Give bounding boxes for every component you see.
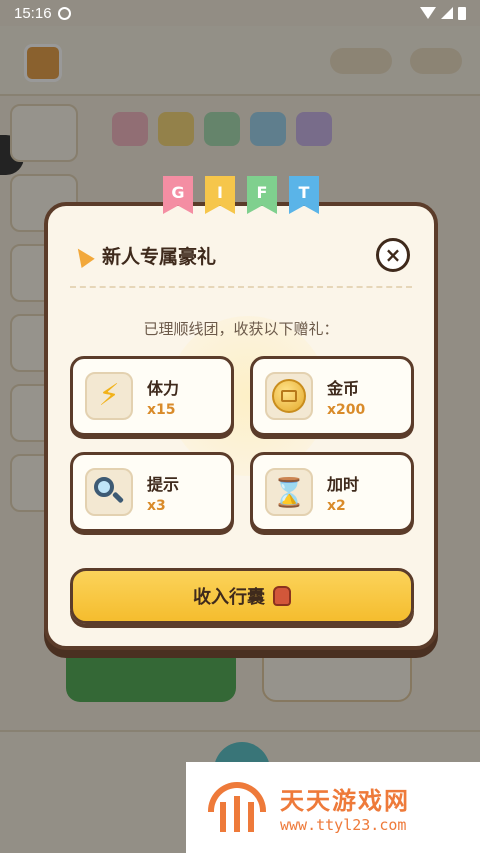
gift-bunting: G I F T bbox=[163, 176, 319, 214]
watermark-url: www.ttyl23.com bbox=[280, 816, 407, 834]
lightning-icon: ⚡ bbox=[85, 372, 133, 420]
notification-icon bbox=[57, 6, 71, 20]
reward-card-extra-time: ⌛ 加时 x2 bbox=[250, 452, 414, 532]
divider bbox=[70, 286, 412, 288]
reward-name: 体力 bbox=[147, 378, 180, 398]
gift-flag: T bbox=[289, 176, 319, 214]
status-icons bbox=[420, 6, 466, 20]
close-button[interactable]: × bbox=[376, 238, 410, 272]
collect-button-label: 收入行囊 bbox=[193, 587, 265, 608]
gift-flag: G bbox=[163, 176, 193, 214]
reward-card-hint: 提示 x3 bbox=[70, 452, 234, 532]
modal-subtitle: 已理顺线团，收获以下赠礼： bbox=[143, 320, 339, 338]
reward-name: 加时 bbox=[327, 474, 360, 494]
reward-quantity: x15 bbox=[147, 401, 176, 418]
watermark: 天天游戏网 www.ttyl23.com bbox=[186, 762, 480, 853]
modal-header: 新人专属豪礼 bbox=[70, 242, 216, 269]
status-time: 15:16 bbox=[14, 4, 52, 22]
backpack-icon bbox=[273, 586, 291, 606]
watermark-logo-icon bbox=[208, 781, 266, 834]
watermark-title: 天天游戏网 bbox=[280, 787, 410, 815]
wifi-icon bbox=[420, 7, 436, 19]
status-bar: 15:16 bbox=[0, 0, 480, 26]
reward-card-coins: 金币 x200 bbox=[250, 356, 414, 436]
reward-grid: ⚡ 体力 x15 金币 x200 提示 x3 ⌛ 加时 x2 bbox=[70, 356, 414, 532]
newbie-gift-modal: 新人专属豪礼 × 已理顺线团，收获以下赠礼： ⚡ 体力 x15 金币 x200 … bbox=[44, 202, 438, 650]
reward-quantity: x200 bbox=[327, 401, 366, 418]
reward-name: 金币 bbox=[327, 378, 360, 398]
hourglass-icon: ⌛ bbox=[265, 468, 313, 516]
reward-quantity: x2 bbox=[327, 497, 346, 514]
reward-name: 提示 bbox=[147, 474, 180, 494]
modal-title: 新人专属豪礼 bbox=[102, 246, 217, 268]
gift-flag: I bbox=[205, 176, 235, 214]
magnifier-icon bbox=[85, 468, 133, 516]
coin-icon bbox=[265, 372, 313, 420]
gift-flag: F bbox=[247, 176, 277, 214]
reward-card-stamina: ⚡ 体力 x15 bbox=[70, 356, 234, 436]
collect-button[interactable]: 收入行囊 bbox=[70, 568, 414, 624]
signal-icon bbox=[441, 7, 453, 19]
reward-quantity: x3 bbox=[147, 497, 166, 514]
battery-icon bbox=[458, 6, 466, 20]
party-popper-icon bbox=[70, 243, 96, 269]
